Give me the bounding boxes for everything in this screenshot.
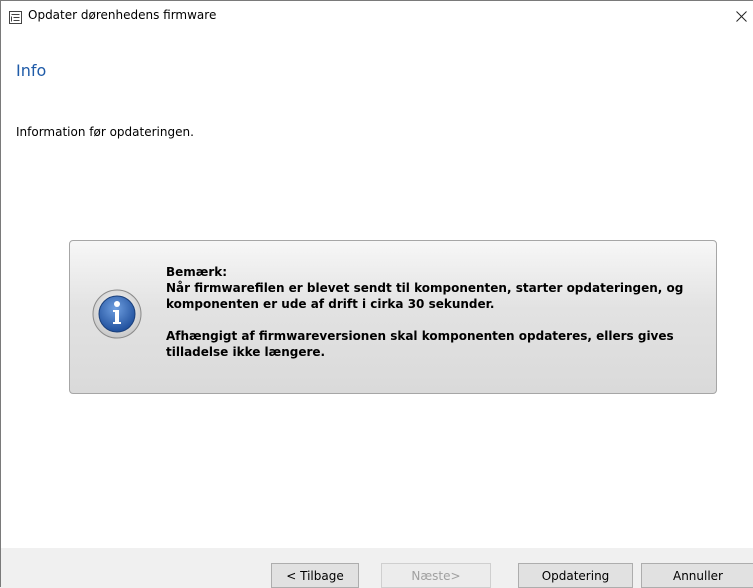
notice-text: Bemærk: Når firmwarefilen er blevet send… (166, 264, 706, 360)
dialog-window: Opdater dørenhedens firmware Info Inform… (0, 0, 753, 588)
notice-spacer (166, 312, 706, 328)
next-button[interactable]: Næste> (381, 563, 491, 588)
title-bar: Opdater dørenhedens firmware (1, 1, 753, 31)
notice-line: Når firmwarefilen er blevet sendt til ko… (166, 281, 684, 295)
notice-line: tilladelse ikke længere. (166, 345, 326, 359)
page-title: Info (16, 61, 47, 80)
cancel-button[interactable]: Annuller (641, 563, 753, 588)
notice-line: Afhængigt af firmwareversionen skal komp… (166, 329, 674, 343)
button-bar: < Tilbage Næste> Opdatering Annuller (1, 548, 753, 588)
update-button[interactable]: Opdatering (518, 563, 633, 588)
back-button[interactable]: < Tilbage (271, 563, 359, 588)
info-icon (92, 289, 142, 339)
page-subtitle: Information før opdateringen. (16, 125, 194, 139)
notice-line: komponenten er ude af drift i cirka 30 s… (166, 297, 495, 311)
notice-label: Bemærk: (166, 265, 228, 279)
window-title: Opdater dørenhedens firmware (28, 8, 217, 22)
notice-box: Bemærk: Når firmwarefilen er blevet send… (69, 240, 717, 394)
document-list-icon (9, 9, 22, 24)
close-button[interactable] (728, 1, 753, 31)
close-icon (735, 7, 747, 26)
